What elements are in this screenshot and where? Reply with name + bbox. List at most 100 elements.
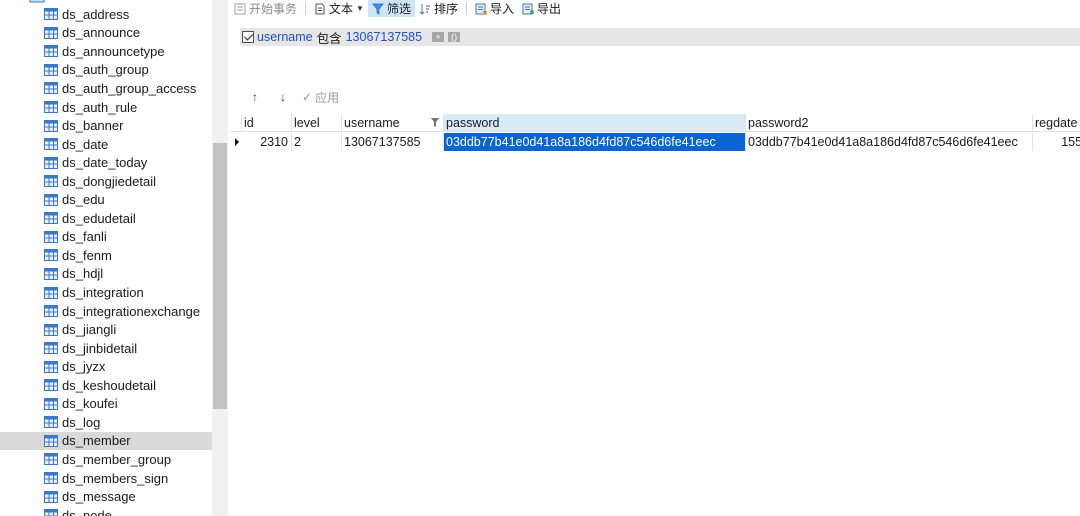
- table-item[interactable]: ds_node: [0, 506, 212, 516]
- table-item[interactable]: ds_message: [0, 487, 212, 506]
- column-header-regdate[interactable]: regdate: [1033, 114, 1080, 132]
- table-item[interactable]: ds_announce: [0, 24, 212, 43]
- filter-value[interactable]: 13067137585: [346, 30, 422, 44]
- filter-field[interactable]: username: [257, 30, 313, 44]
- table-item[interactable]: ds_auth_group_access: [0, 79, 212, 98]
- table-item-label: ds_node: [62, 507, 112, 516]
- table-item-label: ds_auth_rule: [62, 99, 138, 115]
- table-data-view: 开始事务 文本 ▼ 筛选 排序 导入 导出 username 包含 130671…: [230, 0, 1080, 516]
- table-item-label: ds_integration: [62, 285, 144, 300]
- table-item-label: ds_fanli: [62, 229, 107, 245]
- add-condition-icon[interactable]: +: [432, 32, 445, 42]
- sort-bar: ↑ ↓ ✓ 应用: [246, 89, 339, 105]
- table-item[interactable]: ds_jiangli: [0, 320, 212, 339]
- table-icon: [44, 509, 58, 516]
- text-document-icon: [315, 3, 325, 14]
- column-header-level[interactable]: level: [292, 114, 342, 132]
- table-item-label: ds_date: [62, 136, 109, 152]
- column-header-password[interactable]: password: [444, 114, 746, 132]
- table-item[interactable]: ds_jinbidetail: [0, 339, 212, 358]
- table-icon: [44, 138, 58, 151]
- table-item[interactable]: ds_member_group: [0, 450, 212, 469]
- import-icon: [475, 3, 487, 15]
- table-item[interactable]: ds_auth_rule: [0, 98, 212, 117]
- column-header-label: level: [294, 116, 320, 130]
- table-icon: [44, 490, 58, 503]
- table-item[interactable]: ds_log: [0, 413, 212, 432]
- table-item-label: ds_jyzx: [62, 359, 106, 375]
- table-item[interactable]: ds_keshoudetail: [0, 376, 212, 395]
- table-icon: [44, 193, 58, 206]
- table-item-label: ds_message: [62, 489, 136, 505]
- table-item[interactable]: ds_koufei: [0, 395, 212, 414]
- cell-password2[interactable]: 03ddb77b41e0d41a8a186d4fd87c546d6fe41eec: [746, 133, 1033, 151]
- toolbar-divider: [305, 2, 307, 15]
- table-item[interactable]: ds_jyzx: [0, 357, 212, 376]
- table-item[interactable]: ds_announcetype: [0, 42, 212, 61]
- column-header-id[interactable]: id: [242, 114, 292, 132]
- cell-regdate[interactable]: 1558: [1033, 133, 1080, 151]
- table-item-label: ds_member: [62, 433, 131, 449]
- table-item-label: ds_date_today: [62, 155, 148, 171]
- sort-button[interactable]: 排序: [415, 0, 462, 17]
- export-button[interactable]: 导出: [518, 0, 565, 17]
- table-item[interactable]: ds_hdjl: [0, 265, 212, 284]
- filter-operator[interactable]: 包含: [317, 28, 342, 47]
- filter-label: 筛选: [386, 2, 411, 16]
- table-item[interactable]: ds_address: [0, 5, 212, 24]
- table-item[interactable]: ds_fenm: [0, 246, 212, 265]
- filter-button[interactable]: 筛选: [367, 0, 415, 17]
- table-icon: [44, 416, 58, 429]
- table-icon: [44, 286, 58, 299]
- table-item-label: ds_announce: [62, 25, 141, 41]
- row-header-corner: [230, 114, 242, 132]
- table-item[interactable]: ds_dongjiedetail: [0, 172, 212, 191]
- begin-transaction-button[interactable]: 开始事务: [230, 0, 301, 17]
- column-header-password2[interactable]: password2: [746, 114, 1033, 132]
- cell-level[interactable]: 2: [292, 133, 342, 151]
- column-header-label: password: [446, 116, 500, 130]
- table-item[interactable]: ds_member: [0, 431, 212, 451]
- transaction-icon: [234, 3, 246, 14]
- table-item-label: ds_members_sign: [62, 470, 169, 486]
- move-down-icon[interactable]: ↓: [274, 90, 292, 104]
- table-item[interactable]: ds_date: [0, 135, 212, 154]
- sidebar-scrollbar-thumb[interactable]: [213, 143, 227, 409]
- cell-username[interactable]: 13067137585: [342, 133, 444, 151]
- table-item-label: ds_fenm: [62, 247, 112, 263]
- table-item[interactable]: ds_edu: [0, 191, 212, 210]
- cell-password[interactable]: 03ddb77b41e0d41a8a186d4fd87c546d6fe41eec: [444, 133, 746, 151]
- table-icon: [44, 119, 58, 132]
- move-up-icon[interactable]: ↑: [246, 90, 264, 104]
- table-item[interactable]: ds_integrationexchange: [0, 302, 212, 321]
- grid-header-row: id level username password password2 regdate: [230, 114, 1080, 132]
- column-filter-icon: [431, 118, 439, 127]
- checkmark-icon: ✓: [302, 90, 313, 104]
- table-item-label: ds_announcetype: [62, 43, 165, 59]
- table-item-label: ds_member_group: [62, 451, 172, 467]
- table-item[interactable]: ds_banner: [0, 116, 212, 135]
- text-view-button[interactable]: 文本 ▼: [310, 0, 368, 17]
- add-group-icon[interactable]: (): [448, 32, 461, 42]
- toolbar: 开始事务 文本 ▼ 筛选 排序 导入 导出: [230, 0, 1080, 17]
- table-icon: [44, 230, 58, 243]
- apply-button[interactable]: 应用: [315, 89, 339, 106]
- table-item[interactable]: ds_fanli: [0, 228, 212, 247]
- filter-bar: username 包含 13067137585 + (): [240, 28, 1080, 46]
- table-icon: [44, 472, 58, 484]
- import-button[interactable]: 导入: [471, 0, 518, 17]
- database-icon: [29, 0, 45, 3]
- table-item[interactable]: ds_auth_group: [0, 61, 212, 80]
- table-item[interactable]: ds_edudetail: [0, 209, 212, 228]
- table-item-label: ds_koufei: [62, 396, 118, 412]
- begin-transaction-label: 开始事务: [249, 2, 298, 16]
- cell-id[interactable]: 2310: [242, 133, 292, 151]
- table-item[interactable]: ds_date_today: [0, 153, 212, 172]
- table-row[interactable]: 2310 2 13067137585 03ddb77b41e0d41a8a186d4f…: [230, 133, 1080, 151]
- table-item[interactable]: ds_members_sign: [0, 469, 212, 488]
- filter-enable-checkbox[interactable]: [242, 31, 254, 43]
- column-header-username[interactable]: username: [342, 114, 444, 132]
- table-item-label: ds_dongjiedetail: [62, 173, 156, 189]
- column-header-label: id: [244, 116, 254, 130]
- table-item[interactable]: ds_integration: [0, 283, 212, 302]
